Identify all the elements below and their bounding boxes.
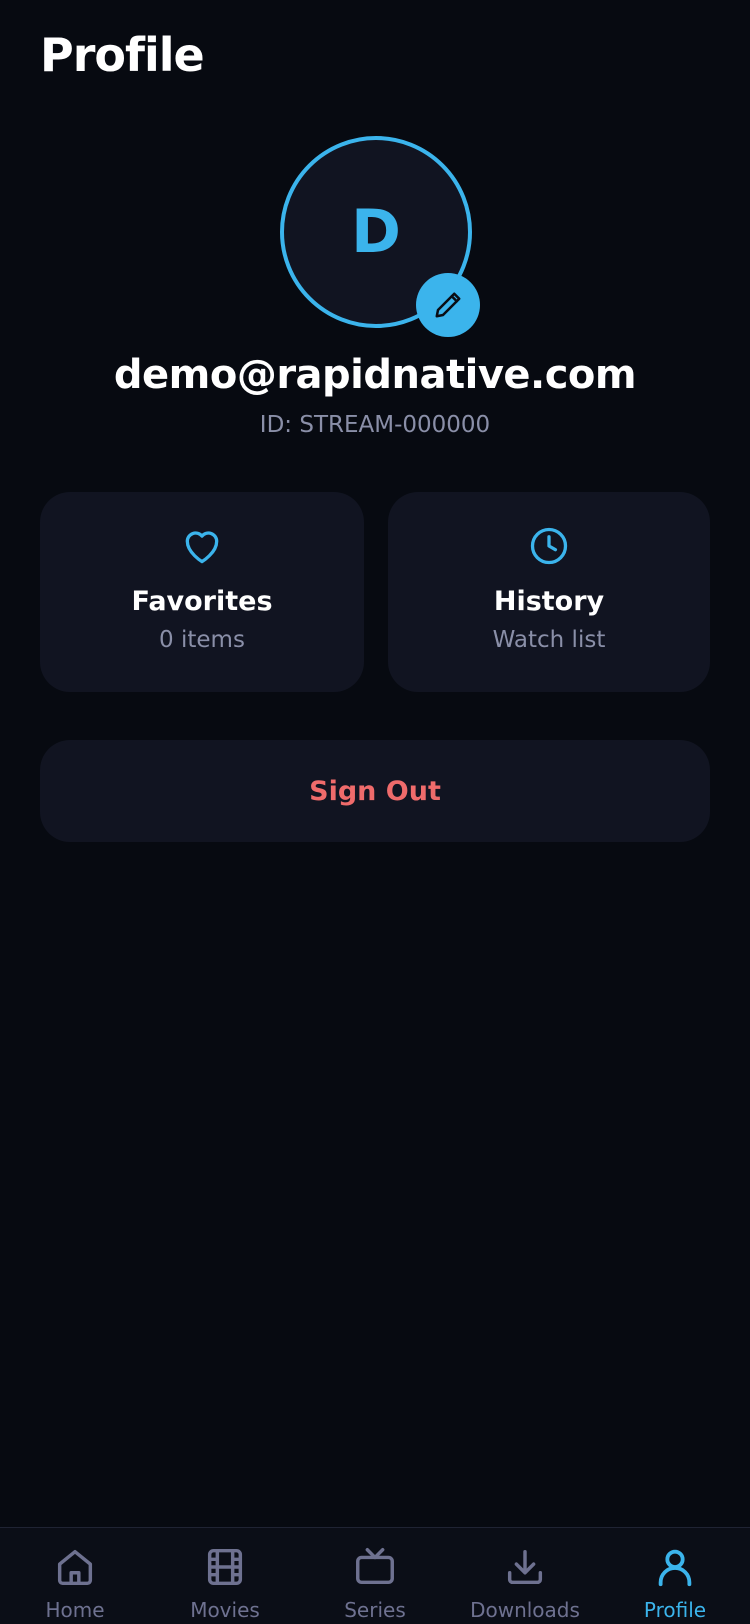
user-icon xyxy=(658,1549,692,1587)
clock-icon xyxy=(530,527,568,565)
favorites-count: 0 items xyxy=(159,627,245,653)
tab-profile-label: Profile xyxy=(643,1598,707,1622)
film-icon xyxy=(207,1548,243,1586)
pencil-icon xyxy=(435,292,461,318)
tab-home-label: Home xyxy=(45,1598,105,1622)
tab-profile[interactable]: Profile xyxy=(600,1528,750,1624)
tab-downloads-label: Downloads xyxy=(470,1598,580,1622)
history-card[interactable]: History Watch list xyxy=(388,492,710,692)
profile-screen: Profile D demo@rapidnative.com ID: STREA… xyxy=(0,0,750,1624)
favorites-card[interactable]: Favorites 0 items xyxy=(40,492,364,692)
tab-series[interactable]: Series xyxy=(300,1528,450,1624)
tab-downloads[interactable]: Downloads xyxy=(450,1528,600,1624)
page-title: Profile xyxy=(40,28,205,82)
avatar-initial: D xyxy=(351,197,401,267)
tab-movies[interactable]: Movies xyxy=(150,1528,300,1624)
history-subtitle: Watch list xyxy=(492,627,606,653)
tv-icon xyxy=(356,1548,394,1585)
edit-avatar-button[interactable] xyxy=(416,273,480,337)
home-icon xyxy=(57,1549,93,1586)
sign-out-button[interactable]: Sign Out xyxy=(40,740,710,842)
tab-home[interactable]: Home xyxy=(0,1528,150,1624)
bottom-tab-bar: Home Movies Series Downloads Profile xyxy=(0,1527,750,1624)
tab-movies-label: Movies xyxy=(190,1598,260,1622)
tab-series-label: Series xyxy=(344,1598,406,1622)
user-id: ID: STREAM-000000 xyxy=(259,412,491,438)
user-email: demo@rapidnative.com xyxy=(113,352,637,398)
history-title: History xyxy=(493,586,605,617)
favorites-title: Favorites xyxy=(131,586,273,617)
heart-icon xyxy=(185,531,219,564)
download-icon xyxy=(507,1549,543,1585)
